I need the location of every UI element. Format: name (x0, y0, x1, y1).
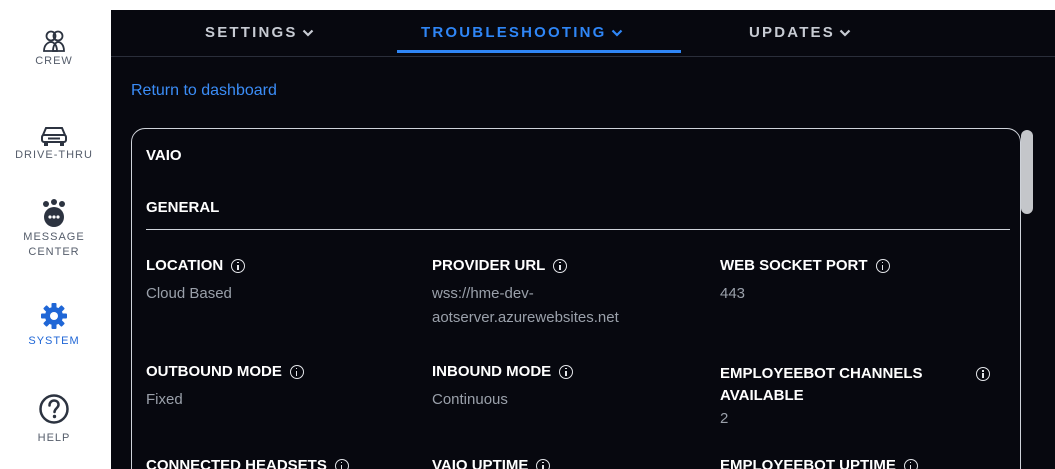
field-label: WEB SOCKET PORT (720, 257, 868, 274)
field-location: LOCATION Cloud Based (146, 257, 406, 306)
crew-icon (43, 30, 65, 52)
sidebar-item-label: DRIVE-THRU (15, 149, 93, 161)
card-title: VAIO (146, 147, 182, 164)
field-connected-headsets: CONNECTED HEADSETS (146, 457, 406, 469)
info-icon[interactable] (903, 458, 918, 469)
field-outbound-mode: OUTBOUND MODE Fixed (146, 363, 406, 412)
help-icon (39, 394, 69, 424)
sidebar-item-label: HELP (37, 432, 71, 444)
field-label: OUTBOUND MODE (146, 363, 282, 380)
info-icon[interactable] (289, 364, 304, 379)
tab-bar: SETTINGS TROUBLESHOOTING UPDATES (111, 10, 1055, 57)
field-label: EMPLOYEEBOT UPTIME (720, 457, 896, 469)
field-value: 2 (720, 410, 729, 427)
chevron-down-icon (839, 29, 851, 37)
info-icon[interactable] (536, 458, 551, 469)
field-web-socket-port: WEB SOCKET PORT 443 (720, 257, 990, 306)
tab-label: SETTINGS (205, 24, 298, 41)
sidebar: CREW DRIVE-THRU MESSAGE CENTER SYSTEM HE… (0, 0, 108, 469)
info-icon[interactable] (334, 458, 349, 469)
field-label: PROVIDER URL (432, 257, 546, 274)
sidebar-item-message-center[interactable]: MESSAGE CENTER (0, 198, 108, 260)
field-value: 443 (720, 285, 746, 302)
field-inbound-mode: INBOUND MODE Continuous (432, 363, 682, 412)
field-label: LOCATION (146, 257, 224, 274)
field-value: Fixed (146, 391, 183, 408)
info-icon[interactable] (559, 364, 574, 379)
tab-troubleshooting[interactable]: TROUBLESHOOTING (421, 24, 623, 41)
field-provider-url: PROVIDER URL wss://hme-dev-aotserver.azu… (432, 257, 682, 330)
info-icon[interactable] (553, 258, 568, 273)
scrollbar-thumb[interactable] (1021, 130, 1033, 214)
field-value: wss://hme-dev-aotserver.azurewebsites.ne… (432, 285, 619, 326)
sidebar-item-crew[interactable]: CREW (0, 28, 108, 69)
sidebar-item-label: SYSTEM (28, 335, 80, 347)
active-tab-indicator (397, 50, 681, 53)
sidebar-item-label: CREW (35, 55, 73, 67)
car-icon (41, 127, 67, 146)
main-panel: SETTINGS TROUBLESHOOTING UPDATES Return … (111, 10, 1055, 469)
vaio-card: VAIO GENERAL LOCATION Cloud Based PROVID… (131, 128, 1021, 469)
tab-updates[interactable]: UPDATES (749, 24, 851, 41)
field-value: Continuous (432, 391, 508, 408)
info-icon[interactable] (875, 258, 890, 273)
field-label: CONNECTED HEADSETS (146, 457, 327, 469)
field-employeebot-channels: EMPLOYEEBOT CHANNELS AVAILABLE 2 (720, 363, 990, 431)
chevron-down-icon (302, 29, 313, 37)
info-icon[interactable] (231, 258, 246, 273)
field-employeebot-uptime: EMPLOYEEBOT UPTIME (720, 457, 990, 469)
gear-icon (41, 303, 67, 329)
chevron-down-icon (611, 29, 622, 37)
info-icon[interactable] (976, 367, 990, 381)
message-center-icon (43, 199, 65, 227)
sidebar-item-label: MESSAGE CENTER (23, 231, 85, 258)
field-label: EMPLOYEEBOT CHANNELS AVAILABLE (720, 365, 923, 404)
sidebar-item-help[interactable]: HELP (0, 393, 108, 446)
tab-label: TROUBLESHOOTING (421, 24, 607, 41)
divider (146, 229, 1010, 230)
sidebar-item-drive-thru[interactable]: DRIVE-THRU (0, 124, 108, 163)
tab-settings[interactable]: SETTINGS (205, 24, 314, 41)
field-label: INBOUND MODE (432, 363, 552, 380)
field-vaio-uptime: VAIO UPTIME (432, 457, 682, 469)
field-label: VAIO UPTIME (432, 457, 529, 469)
tab-label: UPDATES (749, 24, 835, 41)
return-to-dashboard-link[interactable]: Return to dashboard (131, 82, 277, 100)
section-title: GENERAL (146, 199, 220, 216)
sidebar-item-system[interactable]: SYSTEM (0, 302, 108, 349)
field-value: Cloud Based (146, 285, 232, 302)
